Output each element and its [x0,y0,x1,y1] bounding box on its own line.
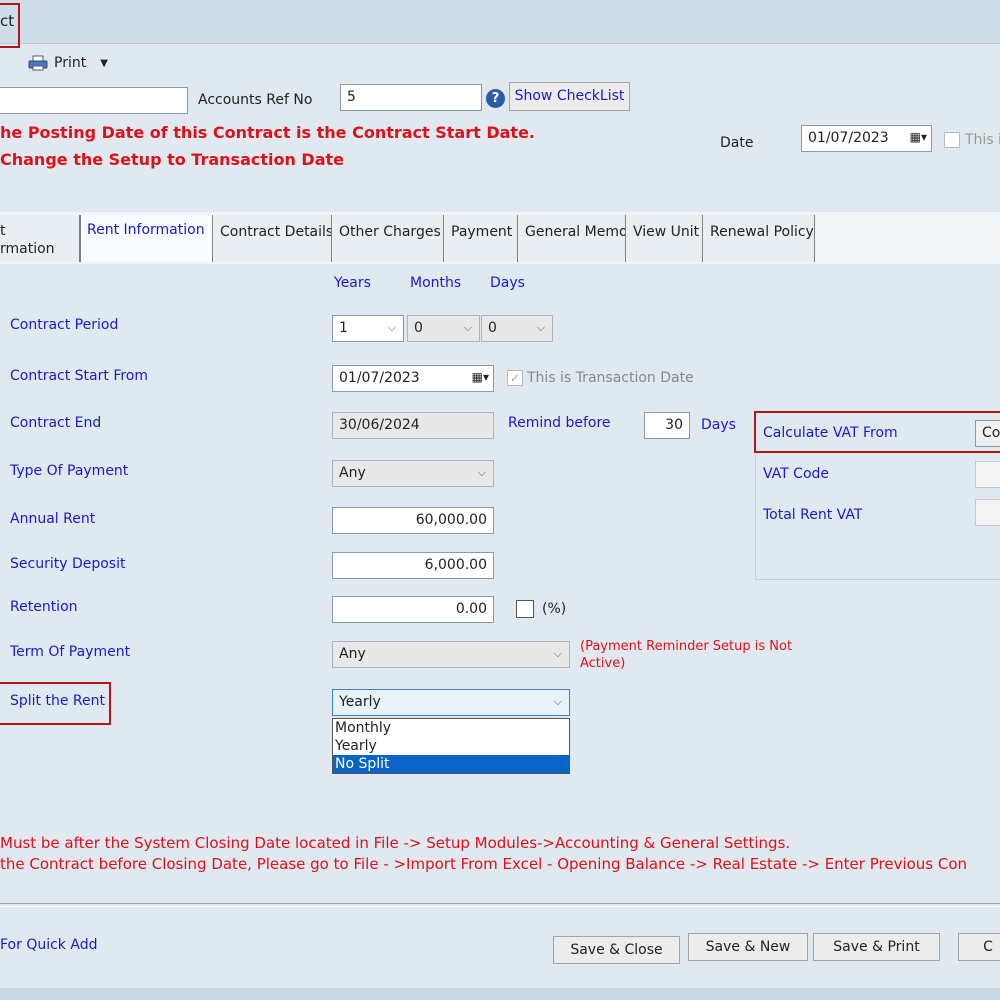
retention-label: Retention [10,599,78,615]
import-note: the Contract before Closing Date, Please… [0,855,968,873]
years-header: Years [334,275,371,291]
period-days-select[interactable]: 0 ⌵ [481,315,553,342]
split-rent-dropdown: Monthly Yearly No Split [332,718,570,774]
printer-icon [28,55,48,71]
period-years-select[interactable]: 1 ⌵ [332,315,404,342]
calendar-icon[interactable]: ▦▾ [910,130,927,144]
security-deposit-label: Security Deposit [10,556,126,572]
type-of-payment-select[interactable]: Any ⌵ [332,460,494,487]
chevron-down-icon: ⌵ [536,321,545,334]
closing-date-note: Must be after the System Closing Date lo… [0,834,791,852]
footer-divider [0,903,1000,907]
tab-general-memo[interactable]: General Memo [519,215,626,262]
chevron-down-icon[interactable]: ▼ [100,58,108,69]
chevron-down-icon: ⌵ [553,647,562,660]
chevron-down-icon: ⌵ [463,321,472,334]
contract-end-input: 30/06/2024 [332,412,494,439]
period-days-value: 0 [488,320,497,336]
retention-input[interactable]: 0.00 [332,596,494,623]
show-checklist-button[interactable]: Show CheckList [509,82,630,111]
tab-payment[interactable]: Payment [445,215,518,262]
split-label-highlight-box [0,682,111,725]
vat-code-label: VAT Code [763,466,830,482]
date-value: 01/07/2023 [808,130,889,146]
tab-general-information[interactable]: t rmation [0,215,80,262]
tab-rent-information[interactable]: Rent Information [80,215,213,262]
title-bar [0,0,1000,44]
type-of-payment-label: Type Of Payment [10,463,129,479]
save-new-button[interactable]: Save & New [688,933,808,961]
posting-date-warning: he Posting Date of this Contract is the … [0,123,535,142]
contract-start-label: Contract Start From [10,368,149,384]
term-of-payment-select[interactable]: Any ⌵ [332,641,570,668]
calendar-icon[interactable]: ▦▾ [472,370,489,384]
contract-end-label: Contract End [10,415,102,431]
chevron-down-icon: ⌵ [553,695,562,708]
split-option-monthly[interactable]: Monthly [333,719,569,737]
this-is-checkbox[interactable] [944,132,960,148]
transaction-date-label: This is Transaction Date [527,370,694,386]
days-header: Days [490,275,525,291]
period-months-select[interactable]: 0 ⌵ [407,315,480,342]
reminder-setup-note: (Payment Reminder Setup is Not Active) [580,639,793,671]
contract-period-label: Contract Period [10,317,119,333]
split-rent-value: Yearly [339,694,381,710]
accounts-ref-label: Accounts Ref No [198,92,313,108]
remind-days-label: Days [701,417,736,433]
chevron-down-icon: ⌵ [477,466,486,479]
save-print-button[interactable]: Save & Print [813,933,940,961]
annual-rent-input[interactable]: 60,000.00 [332,507,494,534]
help-icon[interactable]: ? [486,89,505,108]
total-rent-vat-field [975,499,1000,526]
annual-rent-label: Annual Rent [10,511,96,527]
remind-before-input[interactable]: 30 [644,412,690,439]
setup-warning: Change the Setup to Transaction Date [0,150,345,169]
title-highlight-box [0,3,20,48]
term-of-payment-value: Any [339,646,366,662]
cancel-button[interactable]: C [958,933,1000,961]
print-label: Print [54,55,87,71]
vat-code-field[interactable] [975,461,1000,488]
tab-view-unit[interactable]: View Unit [627,215,703,262]
save-close-button[interactable]: Save & Close [553,936,680,964]
contract-start-input[interactable]: 01/07/2023 ▦▾ [332,365,494,392]
tab-label: t [0,223,6,239]
name-field[interactable] [0,87,188,114]
term-of-payment-label: Term Of Payment [10,644,131,660]
contract-start-value: 01/07/2023 [339,370,420,386]
months-header: Months [410,275,462,291]
period-months-value: 0 [414,320,423,336]
period-years-value: 1 [339,320,348,336]
this-is-label: This is [965,132,1000,148]
tab-contract-details[interactable]: Contract Details [214,215,332,262]
remind-before-label: Remind before [508,415,611,431]
total-rent-vat-label: Total Rent VAT [763,507,863,523]
quick-add-label: For Quick Add [0,937,98,953]
date-label: Date [720,135,754,151]
tab-label-line2: rmation [0,241,55,257]
security-deposit-input[interactable]: 6,000.00 [332,552,494,579]
tab-renewal-policy[interactable]: Renewal Policy [704,215,815,262]
split-option-yearly[interactable]: Yearly [333,737,569,755]
split-option-no-split[interactable]: No Split [333,755,569,773]
split-rent-select[interactable]: Yearly ⌵ [332,689,570,716]
date-input[interactable]: 01/07/2023 ▦▾ [801,125,932,152]
chevron-down-icon: ⌵ [387,321,396,334]
transaction-date-checkbox[interactable]: ✓ [507,370,523,386]
tab-other-charges[interactable]: Other Charges [333,215,444,262]
retention-percent-label: (%) [542,601,567,617]
retention-percent-checkbox[interactable] [516,600,534,618]
print-button[interactable]: Print ▼ [28,52,108,74]
type-of-payment-value: Any [339,465,366,481]
accounts-ref-input[interactable]: 5 [340,84,482,111]
vat-highlight-box [754,411,1000,453]
bottom-bar [0,988,1000,1000]
